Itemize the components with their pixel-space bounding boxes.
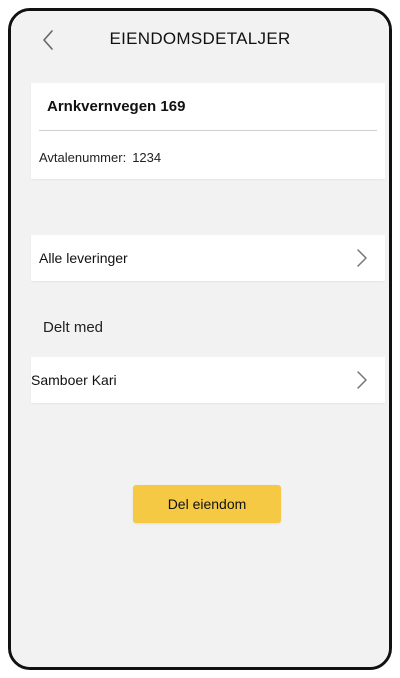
chevron-right-icon: [357, 371, 367, 389]
all-deliveries-row[interactable]: Alle leveringer: [31, 235, 385, 281]
shared-person-row[interactable]: Samboer Kari: [31, 357, 385, 403]
divider: [39, 130, 377, 131]
header: EIENDOMSDETALJER: [11, 11, 389, 71]
agreement-number: 1234: [132, 150, 162, 165]
property-card: Arnkvernvegen 169 Avtalenummer: 1234: [31, 83, 385, 179]
all-deliveries-label: Alle leveringer: [39, 250, 128, 266]
chevron-right-icon: [357, 249, 367, 267]
agreement-row: Avtalenummer: 1234: [39, 150, 161, 165]
property-name: Arnkvernvegen 169: [47, 98, 186, 115]
screen: EIENDOMSDETALJER Arnkvernvegen 169 Avtal…: [11, 11, 389, 667]
share-property-button[interactable]: Del eiendom: [133, 485, 281, 523]
shared-person-label: Samboer Kari: [31, 372, 117, 388]
phone-frame: EIENDOMSDETALJER Arnkvernvegen 169 Avtal…: [8, 8, 392, 670]
agreement-label: Avtalenummer:: [39, 150, 127, 165]
shared-with-heading: Delt med: [43, 319, 104, 336]
page-title: EIENDOMSDETALJER: [109, 29, 291, 48]
